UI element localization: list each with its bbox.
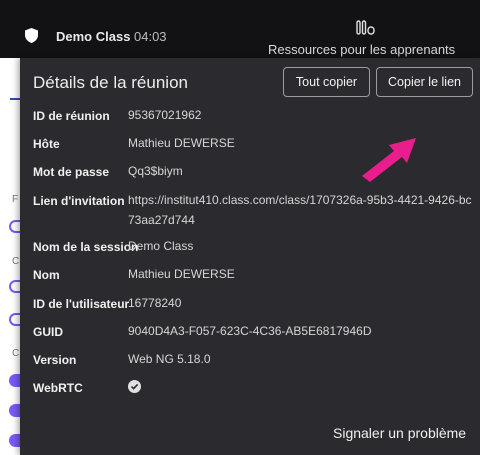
session-timer: 04:03 [134,29,167,44]
copy-link-button[interactable]: Copier le lien [376,67,473,97]
field-value [128,377,473,397]
field-value: Mathieu DEWERSE [128,136,235,150]
field-value: 16778240 [128,296,182,310]
field-value: Mathieu DEWERSE [128,267,235,281]
annotation-arrow-icon [362,138,416,182]
copy-all-button[interactable]: Tout copier [283,67,370,97]
background-letter: C [12,348,20,359]
resources-label[interactable]: Ressources pour les apprenants [268,42,455,57]
panel-title: Détails de la réunion [33,73,188,92]
resources-icon[interactable] [356,20,376,41]
field-value: Demo Class [128,239,194,253]
background-avatar [9,374,20,387]
top-bar: Demo Class 04:03 Ressources pour les app… [0,0,480,58]
background-content: F C C [0,58,20,455]
meeting-details-panel: Détails de la réunion Tout copier Copier… [20,58,480,455]
background-letter: F [12,194,19,205]
field-value: 9040D4A3-F057-623C-4C36-AB5E6817946D [128,324,372,338]
field-value: 95367021962 [128,108,202,122]
background-tab-underline [10,98,20,100]
background-letter: C [12,256,20,267]
check-circle-icon [128,380,141,393]
field-value: Qq3$biym [128,164,183,178]
background-avatar [9,434,20,447]
background-avatar [9,220,20,233]
field-value: Web NG 5.18.0 [128,352,211,366]
background-avatar [9,313,20,326]
background-avatar [9,280,20,293]
report-problem-link[interactable]: Signaler un problème [333,425,466,441]
class-name: Demo Class [56,29,131,44]
invite-link[interactable]: https://institut410.class.com/class/1707… [128,190,473,230]
background-avatar [9,404,20,417]
shield-icon [25,28,38,48]
